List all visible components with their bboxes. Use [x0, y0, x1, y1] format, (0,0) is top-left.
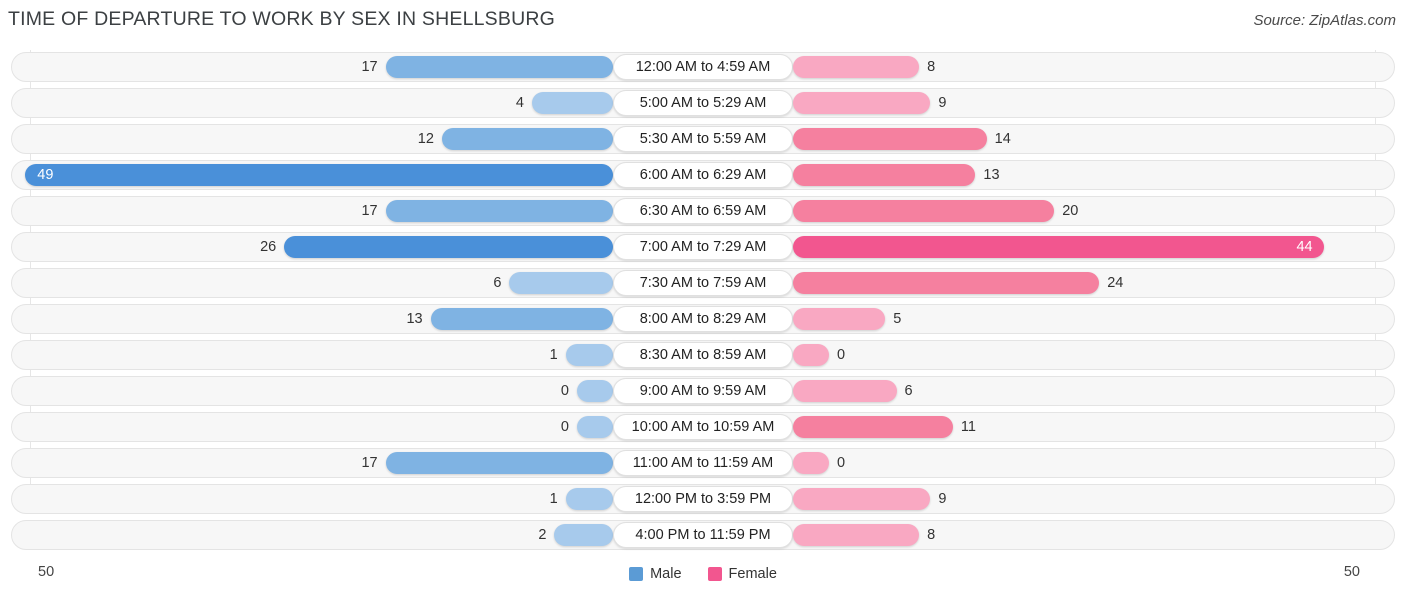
- bar-female[interactable]: [793, 56, 920, 78]
- category-label: 8:30 AM to 8:59 AM: [613, 342, 793, 368]
- chart-row-bars: 17 6:30 AM to 6:59 AM 20: [0, 196, 1406, 226]
- bar-male[interactable]: [577, 380, 613, 402]
- bar-value-male: 2: [538, 527, 547, 543]
- bar-value-female: 44: [1296, 239, 1313, 255]
- bar-female[interactable]: [793, 452, 829, 474]
- bar-female[interactable]: [793, 308, 886, 330]
- chart-row-bars: 0 9:00 AM to 9:59 AM 6: [0, 376, 1406, 406]
- bar-male[interactable]: [385, 452, 613, 474]
- bar-value-female: 13: [983, 167, 1000, 183]
- category-label: 4:00 PM to 11:59 PM: [613, 522, 793, 548]
- bar-female[interactable]: [793, 164, 976, 186]
- chart-row-bars: 1 12:00 PM to 3:59 PM 9: [0, 484, 1406, 514]
- bar-value-male: 17: [361, 59, 378, 75]
- bar-value-female: 11: [960, 419, 976, 435]
- bar-value-female: 0: [837, 347, 846, 363]
- chart-row-bars: 49 6:00 AM to 6:29 AM 13: [0, 160, 1406, 190]
- bar-male[interactable]: [385, 200, 613, 222]
- chart-row-bars: 1 8:30 AM to 8:59 AM 0: [0, 340, 1406, 370]
- bar-male[interactable]: [554, 524, 613, 546]
- chart-row-bars: 0 10:00 AM to 10:59 AM 11: [0, 412, 1406, 442]
- category-label: 7:30 AM to 7:59 AM: [613, 270, 793, 296]
- bar-value-male: 6: [493, 275, 502, 291]
- bar-value-male: 17: [361, 203, 378, 219]
- bar-value-female: 24: [1107, 275, 1124, 291]
- bar-value-male: 49: [37, 167, 54, 183]
- chart-row-bars: 26 7:00 AM to 7:29 AM 44: [0, 232, 1406, 262]
- bar-female[interactable]: [793, 128, 987, 150]
- bar-value-male: 0: [560, 383, 569, 399]
- bar-value-female: 8: [927, 59, 936, 75]
- category-label: 12:00 PM to 3:59 PM: [613, 486, 793, 512]
- bar-value-male: 26: [260, 239, 277, 255]
- bar-value-male: 4: [515, 95, 524, 111]
- bar-value-female: 20: [1062, 203, 1079, 219]
- chart-row-bars: 17 12:00 AM to 4:59 AM 8: [0, 52, 1406, 82]
- chart-row-bars: 4 5:00 AM to 5:29 AM 9: [0, 88, 1406, 118]
- chart-row-bars: 13 8:00 AM to 8:29 AM 5: [0, 304, 1406, 334]
- legend-item-female[interactable]: Female: [707, 566, 777, 582]
- bar-male[interactable]: [509, 272, 613, 294]
- bar-female[interactable]: [793, 416, 953, 438]
- bar-female[interactable]: [793, 524, 920, 546]
- bar-male[interactable]: [284, 236, 613, 258]
- source-attribution: Source: ZipAtlas.com: [1253, 12, 1396, 29]
- chart-row-bars: 2 4:00 PM to 11:59 PM 8: [0, 520, 1406, 550]
- bar-value-female: 6: [904, 383, 913, 399]
- category-label: 9:00 AM to 9:59 AM: [613, 378, 793, 404]
- bar-value-female: 5: [893, 311, 902, 327]
- bar-male[interactable]: [565, 488, 613, 510]
- chart-row-bars: 12 5:30 AM to 5:59 AM 14: [0, 124, 1406, 154]
- category-label: 10:00 AM to 10:59 AM: [613, 414, 793, 440]
- bar-male[interactable]: [565, 344, 613, 366]
- bar-value-female: 9: [938, 95, 947, 111]
- category-label: 5:00 AM to 5:29 AM: [613, 90, 793, 116]
- bar-value-female: 8: [927, 527, 936, 543]
- bar-male[interactable]: [25, 164, 613, 186]
- chart-row-bars: 6 7:30 AM to 7:59 AM 24: [0, 268, 1406, 298]
- category-label: 12:00 AM to 4:59 AM: [613, 54, 793, 80]
- bar-value-male: 17: [361, 455, 378, 471]
- chart-legend: Male Female: [0, 566, 1406, 582]
- legend-item-male[interactable]: Male: [629, 566, 682, 582]
- page-title: TIME OF DEPARTURE TO WORK BY SEX IN SHEL…: [8, 8, 556, 30]
- bar-male[interactable]: [577, 416, 613, 438]
- category-label: 7:00 AM to 7:29 AM: [613, 234, 793, 260]
- bar-male[interactable]: [441, 128, 613, 150]
- bar-female[interactable]: [793, 236, 1325, 258]
- bar-value-male: 0: [560, 419, 569, 435]
- bar-female[interactable]: [793, 92, 931, 114]
- bar-female[interactable]: [793, 272, 1100, 294]
- chart-row-bars: 17 11:00 AM to 11:59 AM 0: [0, 448, 1406, 478]
- bar-value-male: 1: [549, 347, 558, 363]
- bar-value-male: 1: [549, 491, 558, 507]
- chart-plot-area: 17 12:00 AM to 4:59 AM 8 4 5:00 AM to 5:29 A…: [0, 50, 1406, 550]
- bar-value-male: 13: [406, 311, 423, 327]
- bar-female[interactable]: [793, 380, 897, 402]
- legend-swatch-male-icon: [629, 567, 644, 581]
- bar-value-female: 9: [938, 491, 947, 507]
- bar-value-female: 0: [837, 455, 846, 471]
- bar-female[interactable]: [793, 488, 931, 510]
- category-label: 5:30 AM to 5:59 AM: [613, 126, 793, 152]
- bar-male[interactable]: [385, 56, 613, 78]
- legend-label-female: Female: [728, 566, 777, 582]
- bar-female[interactable]: [793, 344, 829, 366]
- category-label: 8:00 AM to 8:29 AM: [613, 306, 793, 332]
- bar-male[interactable]: [430, 308, 613, 330]
- legend-swatch-female-icon: [707, 567, 722, 581]
- category-label: 6:30 AM to 6:59 AM: [613, 198, 793, 224]
- category-label: 11:00 AM to 11:59 AM: [613, 450, 793, 476]
- bar-female[interactable]: [793, 200, 1055, 222]
- legend-label-male: Male: [650, 566, 682, 582]
- bar-value-male: 12: [417, 131, 434, 147]
- bar-value-female: 14: [994, 131, 1011, 147]
- category-label: 6:00 AM to 6:29 AM: [613, 162, 793, 188]
- bar-male[interactable]: [531, 92, 613, 114]
- chart-root: TIME OF DEPARTURE TO WORK BY SEX IN SHEL…: [0, 0, 1406, 594]
